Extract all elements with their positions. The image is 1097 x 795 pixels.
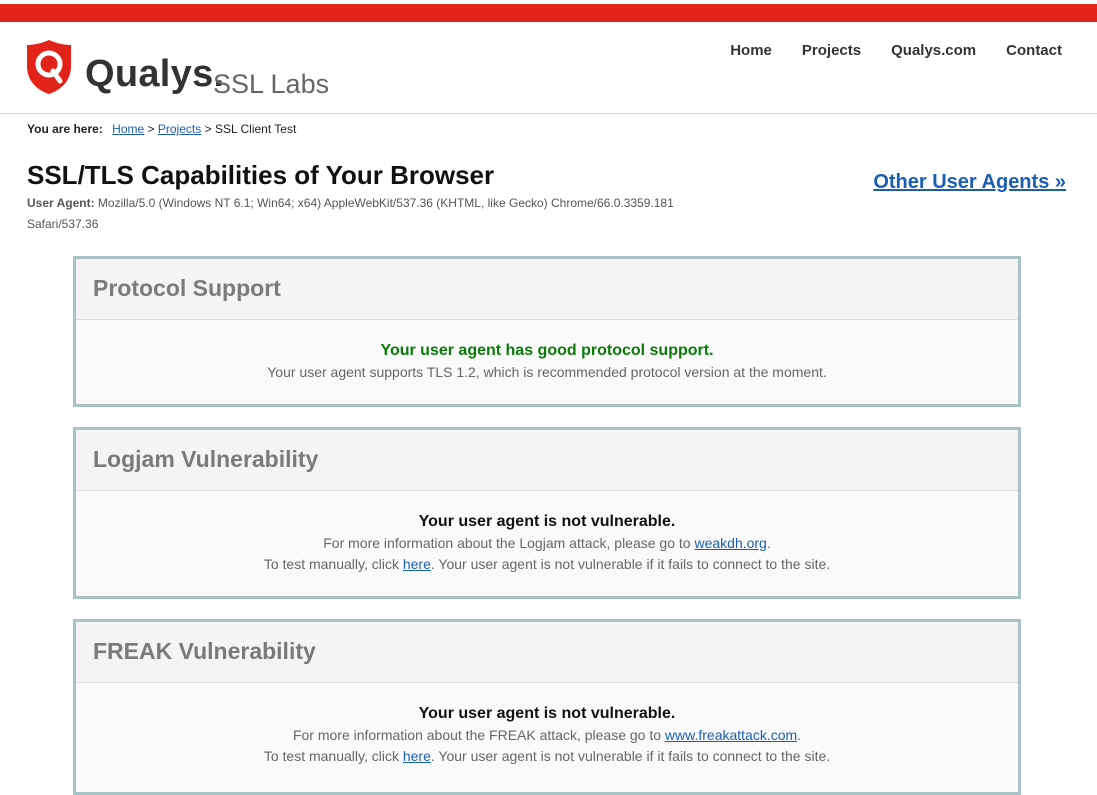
freak-panel: FREAK Vulnerability Your user agent is n… (73, 619, 1021, 795)
site-header: Qualys. SSL Labs Home Projects Qualys.co… (0, 22, 1097, 114)
logjam-status-message: Your user agent is not vulnerable. (418, 513, 676, 530)
logjam-test-note: . Your user agent is not vulnerable if i… (430, 556, 831, 572)
panel-header: FREAK Vulnerability (76, 622, 1018, 683)
logjam-test-here-link[interactable]: here (403, 556, 431, 572)
nav-contact[interactable]: Contact (1006, 42, 1062, 59)
breadcrumb-prefix: You are here: (27, 122, 103, 136)
breadcrumb-separator: > (147, 122, 155, 136)
logjam-test-line: To test manually, click here. Your user … (76, 554, 1018, 575)
breadcrumb-projects-link[interactable]: Projects (158, 122, 201, 136)
freakattack-link[interactable]: www.freakattack.com (665, 727, 797, 743)
panel-body: Your user agent is not vulnerable. For m… (76, 683, 1018, 767)
freak-info-line: For more information about the FREAK att… (292, 727, 802, 743)
panel-body: Your user agent has good protocol suppor… (76, 320, 1018, 383)
breadcrumb-current: SSL Client Test (214, 122, 297, 136)
panel-title: FREAK Vulnerability (93, 638, 316, 664)
freak-test-line: To test manually, click here. Your user … (76, 746, 1018, 767)
freak-info-text: For more information about the FREAK att… (292, 727, 662, 743)
freak-test-text: To test manually, click (263, 748, 399, 764)
logjam-panel: Logjam Vulnerability Your user agent is … (73, 427, 1021, 599)
breadcrumb-home-link[interactable]: Home (112, 122, 144, 136)
weakdh-link[interactable]: weakdh.org (694, 535, 766, 551)
protocol-status-message: Your user agent has good protocol suppor… (380, 342, 714, 359)
nav-projects[interactable]: Projects (802, 42, 861, 59)
breadcrumb: You are here: Home > Projects > SSL Clie… (27, 122, 296, 136)
protocol-detail: Your user agent supports TLS 1.2, which … (267, 364, 827, 380)
freak-test-note: . Your user agent is not vulnerable if i… (430, 748, 831, 764)
shield-q-icon (27, 40, 71, 94)
user-agent-label: User Agent: (27, 196, 95, 210)
logjam-info-text: For more information about the Logjam at… (323, 535, 691, 551)
user-agent-info: User Agent: Mozilla/5.0 (Windows NT 6.1;… (27, 193, 707, 235)
panel-body: Your user agent is not vulnerable. For m… (76, 491, 1018, 575)
panel-title: Logjam Vulnerability (93, 446, 319, 472)
panel-header: Logjam Vulnerability (76, 430, 1018, 491)
brand-name: Qualys. (85, 53, 225, 95)
nav-qualys-com[interactable]: Qualys.com (891, 42, 976, 59)
freak-status-message: Your user agent is not vulnerable. (418, 705, 676, 722)
panel-header: Protocol Support (76, 259, 1018, 320)
user-agent-string: Mozilla/5.0 (Windows NT 6.1; Win64; x64)… (27, 196, 674, 231)
breadcrumb-separator: > (204, 122, 212, 136)
panel-title: Protocol Support (93, 275, 281, 301)
logjam-test-text: To test manually, click (263, 556, 399, 572)
page-title: SSL/TLS Capabilities of Your Browser (27, 160, 495, 190)
main-nav: Home Projects Qualys.com Contact (730, 42, 1062, 59)
nav-home[interactable]: Home (730, 42, 772, 59)
protocol-support-panel: Protocol Support Your user agent has goo… (73, 256, 1021, 407)
brand-product: SSL Labs (213, 69, 330, 99)
logjam-info-line: For more information about the Logjam at… (323, 535, 771, 551)
top-accent-bar (0, 4, 1097, 22)
freak-test-here-link[interactable]: here (403, 748, 431, 764)
other-user-agents-link[interactable]: Other User Agents » (873, 171, 1066, 194)
